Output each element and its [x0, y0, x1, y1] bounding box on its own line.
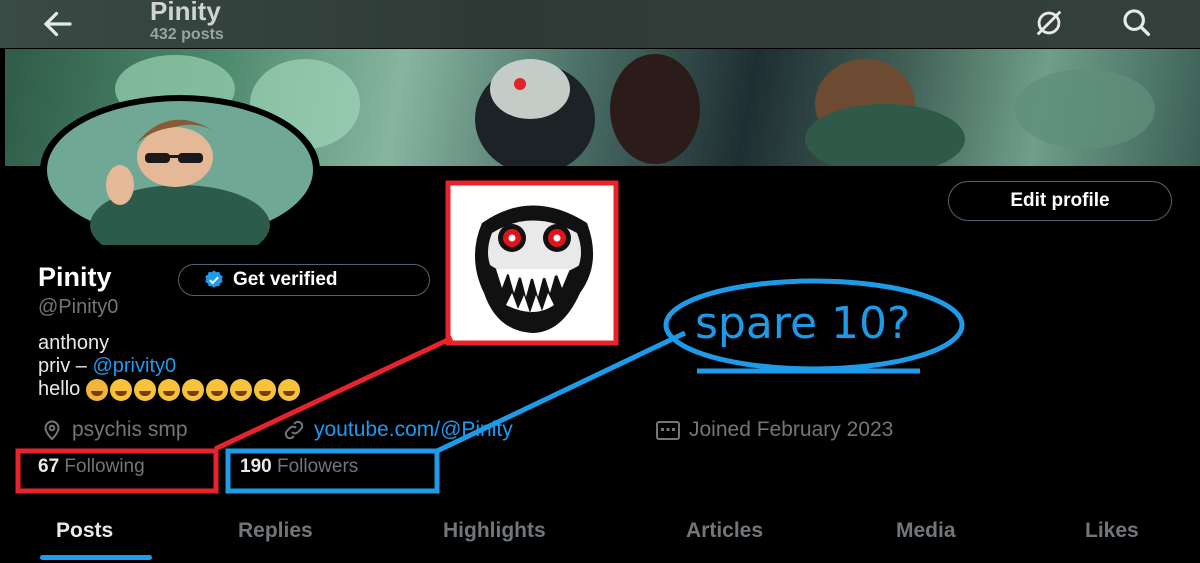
verified-badge-icon	[205, 270, 223, 288]
header-name: Pinity	[150, 0, 221, 26]
grok-icon[interactable]	[1032, 6, 1066, 40]
tab-media[interactable]: Media	[896, 519, 956, 543]
profile-joined: Joined February 2023	[655, 418, 893, 442]
following-label: Following	[64, 456, 145, 477]
joy-emoji-icon	[253, 378, 276, 401]
profile-handle: @Pinity0	[38, 296, 119, 318]
followers-count: 190	[240, 456, 272, 477]
annotation-caption: spare 10?	[695, 298, 911, 349]
bio-line-1: anthony	[38, 332, 110, 354]
edit-profile-button[interactable]: Edit profile	[948, 181, 1172, 221]
rofl-emoji-icon	[181, 378, 204, 401]
location-pin-icon	[44, 420, 60, 441]
profile-location: psychis smp	[40, 418, 188, 442]
avatar-image	[40, 95, 320, 265]
tab-highlights[interactable]: Highlights	[443, 519, 546, 543]
joined-text: Joined February 2023	[689, 418, 894, 441]
search-icon[interactable]	[1120, 6, 1154, 40]
tab-posts[interactable]: Posts	[56, 519, 113, 543]
header-post-count: 432 posts	[150, 26, 224, 43]
location-text: psychis smp	[72, 418, 188, 441]
get-verified-label: Get verified	[233, 269, 338, 290]
tab-articles[interactable]: Articles	[686, 519, 763, 543]
bio-mention-link[interactable]: @privity0	[92, 355, 176, 377]
website-link[interactable]: youtube.com/@Pinity	[314, 418, 513, 442]
trollface-image	[474, 205, 594, 333]
profile-avatar[interactable]	[40, 95, 324, 265]
rofl-emoji-icon	[109, 378, 132, 401]
tab-likes[interactable]: Likes	[1085, 519, 1139, 543]
emoji-row	[85, 378, 300, 401]
following-count: 67	[38, 456, 60, 477]
following-stat[interactable]: 67 Following	[38, 456, 145, 478]
link-icon	[284, 420, 304, 440]
tab-replies[interactable]: Replies	[238, 519, 313, 543]
profile-bio: anthony priv – @privity0 hello	[38, 332, 300, 401]
bio-line-3: hello	[38, 378, 300, 401]
followers-stat[interactable]: 190 Followers	[240, 456, 358, 478]
calendar-icon	[656, 421, 680, 440]
active-tab-indicator	[40, 555, 152, 560]
rofl-emoji-icon	[205, 378, 228, 401]
profile-display-name: Pinity	[38, 262, 112, 292]
followers-label: Followers	[276, 456, 359, 477]
bio-line-3-text: hello	[38, 378, 81, 400]
rofl-emoji-icon	[133, 378, 156, 401]
joy-emoji-icon	[229, 378, 252, 401]
get-verified-button[interactable]: Get verified	[178, 264, 430, 296]
rofl-emoji-icon	[157, 378, 180, 401]
bio-line-2-prefix: priv –	[38, 355, 93, 377]
joy-emoji-icon	[277, 378, 300, 401]
bio-line-2: priv – @privity0	[38, 355, 300, 378]
back-arrow-icon[interactable]	[40, 6, 76, 42]
top-bar: Pinity 432 posts	[0, 0, 1200, 48]
clapping-hands-emoji-icon	[85, 378, 108, 401]
profile-tabs: Posts Replies Highlights Articles Media …	[0, 505, 1200, 563]
profile-website: youtube.com/@Pinity	[282, 418, 513, 442]
